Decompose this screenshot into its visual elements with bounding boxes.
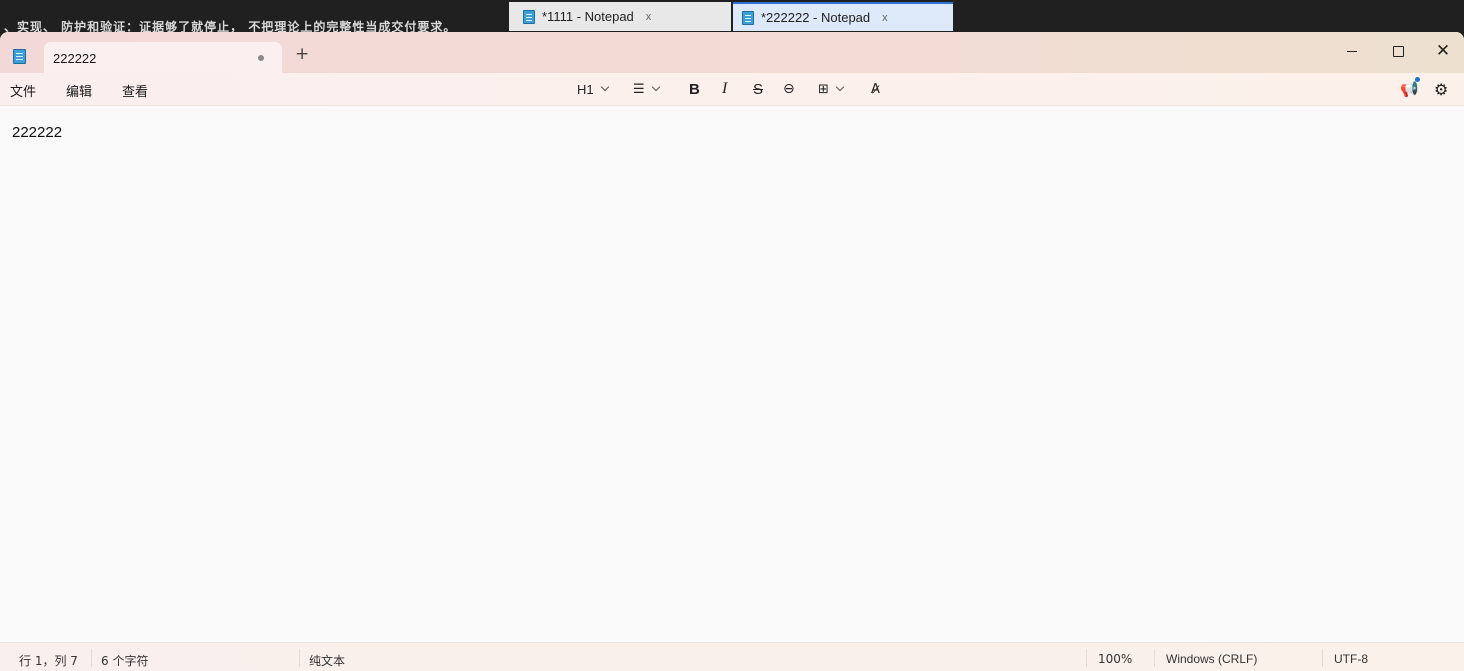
link-icon: ⊖ (783, 81, 795, 97)
link-button[interactable]: ⊖ (783, 79, 795, 99)
status-divider (1086, 649, 1087, 667)
status-divider (91, 649, 92, 667)
taskbar-tab-title: *222222 - Notepad (761, 10, 871, 25)
strikethrough-button[interactable]: S (753, 79, 763, 99)
status-divider (1154, 649, 1155, 667)
menu-file[interactable]: 文件 (10, 81, 36, 100)
gear-icon: ⚙ (1434, 79, 1449, 99)
list-icon: ☰ (633, 81, 645, 97)
close-icon[interactable]: x (882, 12, 888, 24)
chevron-down-icon (600, 82, 609, 92)
bold-button[interactable]: B (689, 79, 700, 99)
text-editor[interactable]: 222222 (0, 106, 1464, 642)
settings-button[interactable]: ⚙ (1434, 79, 1448, 99)
taskbar-tab-1111[interactable]: *1111 - Notepad x (509, 2, 731, 31)
menu-toolbar: 文件 编辑 查看 H1 ☰ B I S ⊖ ⊞ A̷ 📢 ⚙ (0, 73, 1464, 106)
menu-edit[interactable]: 编辑 (66, 81, 92, 100)
unsaved-indicator-icon[interactable] (258, 55, 264, 61)
editor-content[interactable]: 222222 (12, 124, 62, 141)
list-dropdown[interactable]: ☰ (633, 79, 660, 99)
megaphone-icon: 📢 (1400, 80, 1419, 98)
notepad-icon (523, 9, 535, 24)
taskbar-tab-title: *1111 - Notepad (542, 9, 634, 24)
tab-title: 222222 (53, 51, 97, 66)
notepad-window: 222222 + ✕ 文件 编辑 查看 H1 ☰ B I S ⊖ ⊞ A̷ 📢 … (0, 32, 1464, 671)
close-icon[interactable]: x (646, 11, 652, 23)
minimize-button[interactable] (1337, 38, 1367, 64)
heading-dropdown[interactable]: H1 (577, 79, 609, 99)
notepad-icon (742, 10, 754, 25)
character-count: 6 个字符 (101, 654, 149, 668)
new-tab-button[interactable]: + (295, 46, 309, 63)
maximize-button[interactable] (1383, 38, 1413, 64)
status-divider (1322, 649, 1323, 667)
tab-222222[interactable]: 222222 (44, 42, 282, 73)
zoom-level[interactable]: 100% (1098, 652, 1132, 666)
title-bar: 222222 + ✕ (0, 32, 1464, 73)
taskbar-tab-222222[interactable]: *222222 - Notepad x (733, 2, 953, 31)
encoding[interactable]: UTF-8 (1334, 652, 1368, 666)
spellcheck-icon: A̷ (871, 81, 880, 97)
announcements-button[interactable]: 📢 (1400, 79, 1419, 99)
notepad-icon (13, 49, 26, 64)
status-bar: 行 1，列 7 6 个字符 纯文本 100% Windows (CRLF) UT… (0, 642, 1464, 671)
close-window-button[interactable]: ✕ (1428, 38, 1458, 64)
table-icon: ⊞ (818, 81, 829, 97)
cursor-position: 行 1，列 7 (19, 654, 78, 668)
file-type[interactable]: 纯文本 (309, 652, 345, 669)
status-divider (299, 649, 300, 667)
notification-dot-icon (1415, 77, 1420, 82)
background-strip: 、实现、 防护和验证：证据够了就停止， 不把理论上的完整性当成交付要求。 *11… (0, 0, 1464, 34)
heading-label: H1 (577, 81, 594, 97)
line-ending[interactable]: Windows (CRLF) (1166, 652, 1257, 666)
table-dropdown[interactable]: ⊞ (818, 79, 845, 99)
chevron-down-icon (651, 82, 660, 92)
menu-view[interactable]: 查看 (122, 81, 148, 100)
spellcheck-button[interactable]: A̷ (871, 79, 880, 99)
italic-button[interactable]: I (722, 79, 727, 99)
chevron-down-icon (835, 82, 845, 92)
